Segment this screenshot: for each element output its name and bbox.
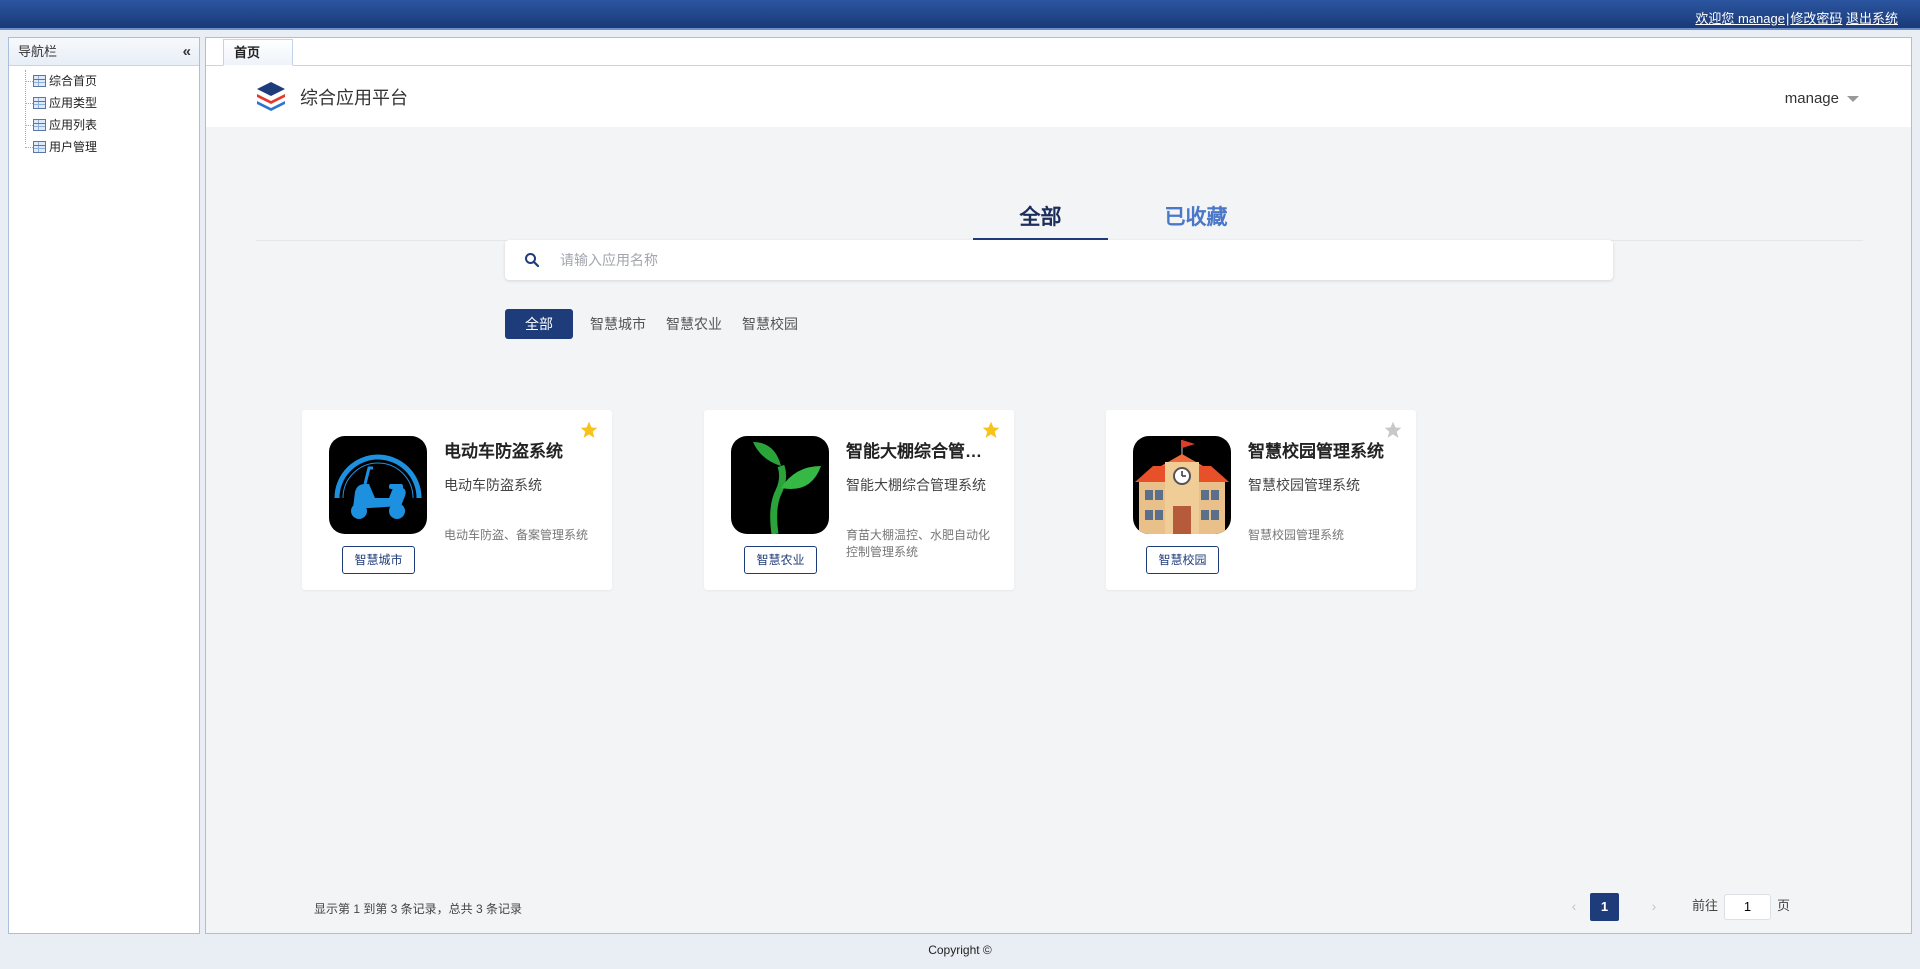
app-description: 育苗大棚温控、水肥自动化控制管理系统 (846, 528, 991, 559)
app-name: 电动车防盗系统 (444, 442, 563, 461)
user-name: manage (1784, 90, 1839, 107)
tab-all[interactable]: 全部 (973, 197, 1108, 242)
app-card[interactable]: 智慧校园 智慧校园管理系统 智慧校园管理系统 智慧校园管理系统 (1106, 410, 1416, 590)
star-outline-icon[interactable] (1383, 420, 1403, 440)
app-name: 智能大棚综合管理系统 (846, 442, 986, 461)
app-card[interactable]: 智慧城市 电动车防盗系统 电动车防盗系统 电动车防盗、备案管理系统 (302, 410, 612, 590)
nav-tree: 综合首页 应用类型 应用列表 用户管理 (9, 66, 199, 158)
sidebar-item-app-types[interactable]: 应用类型 (19, 92, 199, 114)
search-input[interactable] (560, 240, 1600, 280)
main-panel: 首页 综合应用平台 manage 全部 已收藏 全部智慧城市智慧农业智慧校园 (205, 37, 1912, 934)
tab-home[interactable]: 首页 (223, 39, 293, 66)
collapse-double-chevron-icon[interactable]: « (183, 38, 191, 66)
page-number-1[interactable]: 1 (1590, 893, 1619, 921)
chevron-right-icon[interactable]: › (1644, 891, 1664, 921)
category-filters: 全部 智慧城市 智慧农业 智慧校园 (505, 309, 818, 339)
tab-all-label: 全部 (1019, 206, 1062, 229)
app-title: 综合应用平台 (300, 88, 408, 108)
search-box (505, 240, 1613, 280)
category-tag: 智慧城市 (342, 546, 415, 574)
sidebar-item-home[interactable]: 综合首页 (19, 70, 199, 92)
star-filled-icon[interactable] (981, 420, 1001, 440)
caret-down-icon (1847, 96, 1859, 103)
school-building-icon (1135, 440, 1229, 534)
sidebar-item-user-management[interactable]: 用户管理 (19, 136, 199, 158)
user-menu[interactable]: manage (1785, 90, 1859, 107)
layers-logo-icon (257, 82, 285, 111)
pagination: ‹ 1 › 前往 页 (1564, 891, 1794, 921)
record-summary: 显示第 1 到第 3 条记录，总共 3 条记录 (314, 902, 523, 916)
table-icon (33, 97, 46, 109)
app-header: 综合应用平台 manage (206, 66, 1911, 127)
change-password-link[interactable]: 修改密码 (1790, 11, 1842, 26)
goto-prefix: 前往 (1692, 898, 1719, 913)
chevron-left-icon[interactable]: ‹ (1564, 891, 1584, 921)
category-tag: 智慧校园 (1146, 546, 1219, 574)
app-image (329, 436, 427, 534)
app-image (731, 436, 829, 534)
app-description: 电动车防盗、备案管理系统 (444, 528, 589, 542)
search-icon (525, 253, 540, 268)
app-name: 智慧校园管理系统 (1248, 442, 1384, 461)
filter-smart-agriculture[interactable]: 智慧农业 (666, 309, 722, 339)
filter-all[interactable]: 全部 (505, 309, 573, 339)
sidebar-item-label: 应用类型 (49, 96, 98, 110)
copyright: Copyright © (928, 943, 992, 957)
app-subtitle: 电动车防盗系统 (444, 477, 542, 493)
app-image (1133, 436, 1231, 534)
sidebar-item-label: 应用列表 (49, 118, 98, 132)
table-icon (33, 75, 46, 87)
topbar-links: 欢迎您 manage|修改密码 退出系统 (1695, 11, 1898, 26)
logout-link[interactable]: 退出系统 (1846, 11, 1898, 26)
tab-strip: 首页 (206, 38, 1911, 66)
filter-smart-city[interactable]: 智慧城市 (590, 309, 646, 339)
tab-favorites[interactable]: 已收藏 (1136, 197, 1256, 241)
sidebar-title: 导航栏 (18, 44, 58, 59)
scooter-icon (334, 454, 422, 519)
table-icon (33, 119, 46, 131)
app-description: 智慧校园管理系统 (1248, 528, 1345, 542)
sidebar: 导航栏 « 综合首页 应用类型 应用列表 用户管理 (8, 37, 200, 934)
filter-smart-campus[interactable]: 智慧校园 (742, 309, 798, 339)
star-filled-icon[interactable] (579, 420, 599, 440)
goto-page: 前往 页 (1692, 891, 1790, 921)
app-subtitle: 智慧校园管理系统 (1248, 477, 1360, 493)
seedling-icon (753, 442, 821, 534)
sidebar-item-label: 综合首页 (49, 74, 98, 88)
sidebar-header: 导航栏 « (9, 38, 199, 66)
app-subtitle: 智能大棚综合管理系统 (846, 477, 986, 493)
goto-page-input[interactable] (1724, 893, 1772, 920)
top-bar: 欢迎您 manage|修改密码 退出系统 (0, 0, 1920, 30)
goto-suffix: 页 (1777, 898, 1791, 913)
table-icon (33, 141, 46, 153)
app-card[interactable]: 智慧农业 智能大棚综合管理系统 智能大棚综合管理系统 育苗大棚温控、水肥自动化控… (704, 410, 1014, 590)
main-tabs: 全部 已收藏 (256, 197, 1863, 242)
sidebar-item-app-list[interactable]: 应用列表 (19, 114, 199, 136)
sidebar-item-label: 用户管理 (49, 140, 98, 154)
welcome-link[interactable]: 欢迎您 manage (1695, 11, 1785, 26)
category-tag: 智慧农业 (744, 546, 817, 574)
